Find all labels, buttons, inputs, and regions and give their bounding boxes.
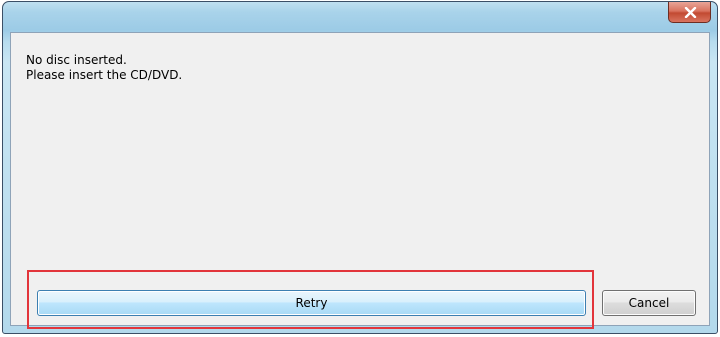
retry-button[interactable]: Retry bbox=[37, 290, 586, 316]
cancel-button-label: Cancel bbox=[628, 296, 670, 310]
message-line-insert-disc: Please insert the CD/DVD. bbox=[26, 68, 183, 82]
dialog-body: No disc inserted. Please insert the CD/D… bbox=[10, 32, 710, 329]
retry-button-label: Retry bbox=[295, 296, 328, 310]
message-line-no-disc: No disc inserted. bbox=[26, 53, 127, 67]
cancel-button[interactable]: Cancel bbox=[602, 290, 696, 316]
dialog-window: No disc inserted. Please insert the CD/D… bbox=[2, 1, 718, 334]
title-bar[interactable] bbox=[3, 2, 717, 32]
message-text: No disc inserted. Please insert the CD/D… bbox=[26, 53, 182, 83]
close-button[interactable] bbox=[668, 2, 711, 23]
